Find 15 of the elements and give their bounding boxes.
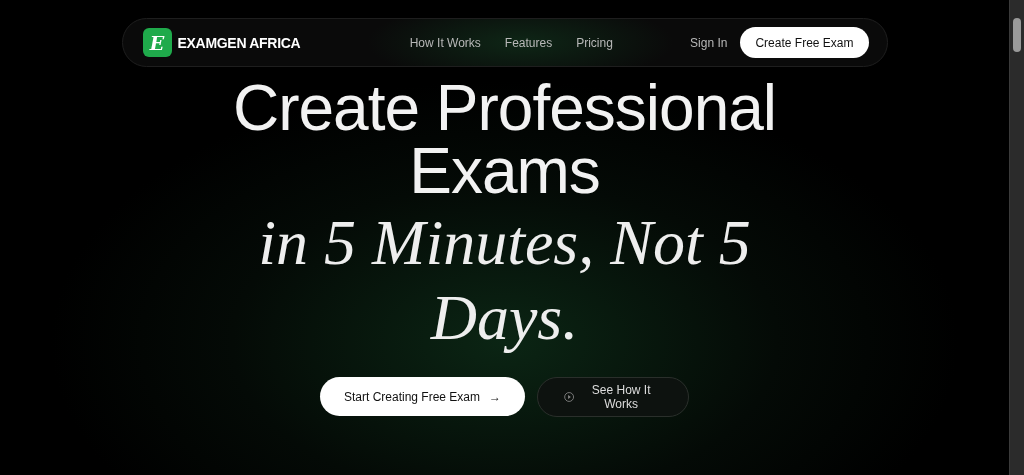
see-how-it-works-button[interactable]: See How It Works [537, 377, 690, 417]
nav-link[interactable]: Features [504, 35, 553, 50]
play-icon [564, 391, 575, 403]
nav-link[interactable]: How It Works [409, 35, 481, 50]
headline-highlight: in 5 Minutes, Not 5 [257, 206, 752, 280]
headline-highlight: Days. [429, 281, 580, 355]
scrollbar[interactable] [1009, 0, 1024, 475]
sign-in-link[interactable]: Sign In [690, 35, 728, 50]
headline: Create Professional [231, 77, 778, 140]
headline: Exams [408, 140, 601, 203]
scrollbar-thumb[interactable] [1013, 18, 1021, 52]
start-creating-button[interactable]: Start Creating Free Exam → [319, 377, 526, 416]
brand-name[interactable]: EXAMGEN AFRICA [177, 34, 301, 51]
create-free-exam-button[interactable]: Create Free Exam [740, 27, 869, 58]
nav-link[interactable]: Pricing [576, 35, 613, 50]
